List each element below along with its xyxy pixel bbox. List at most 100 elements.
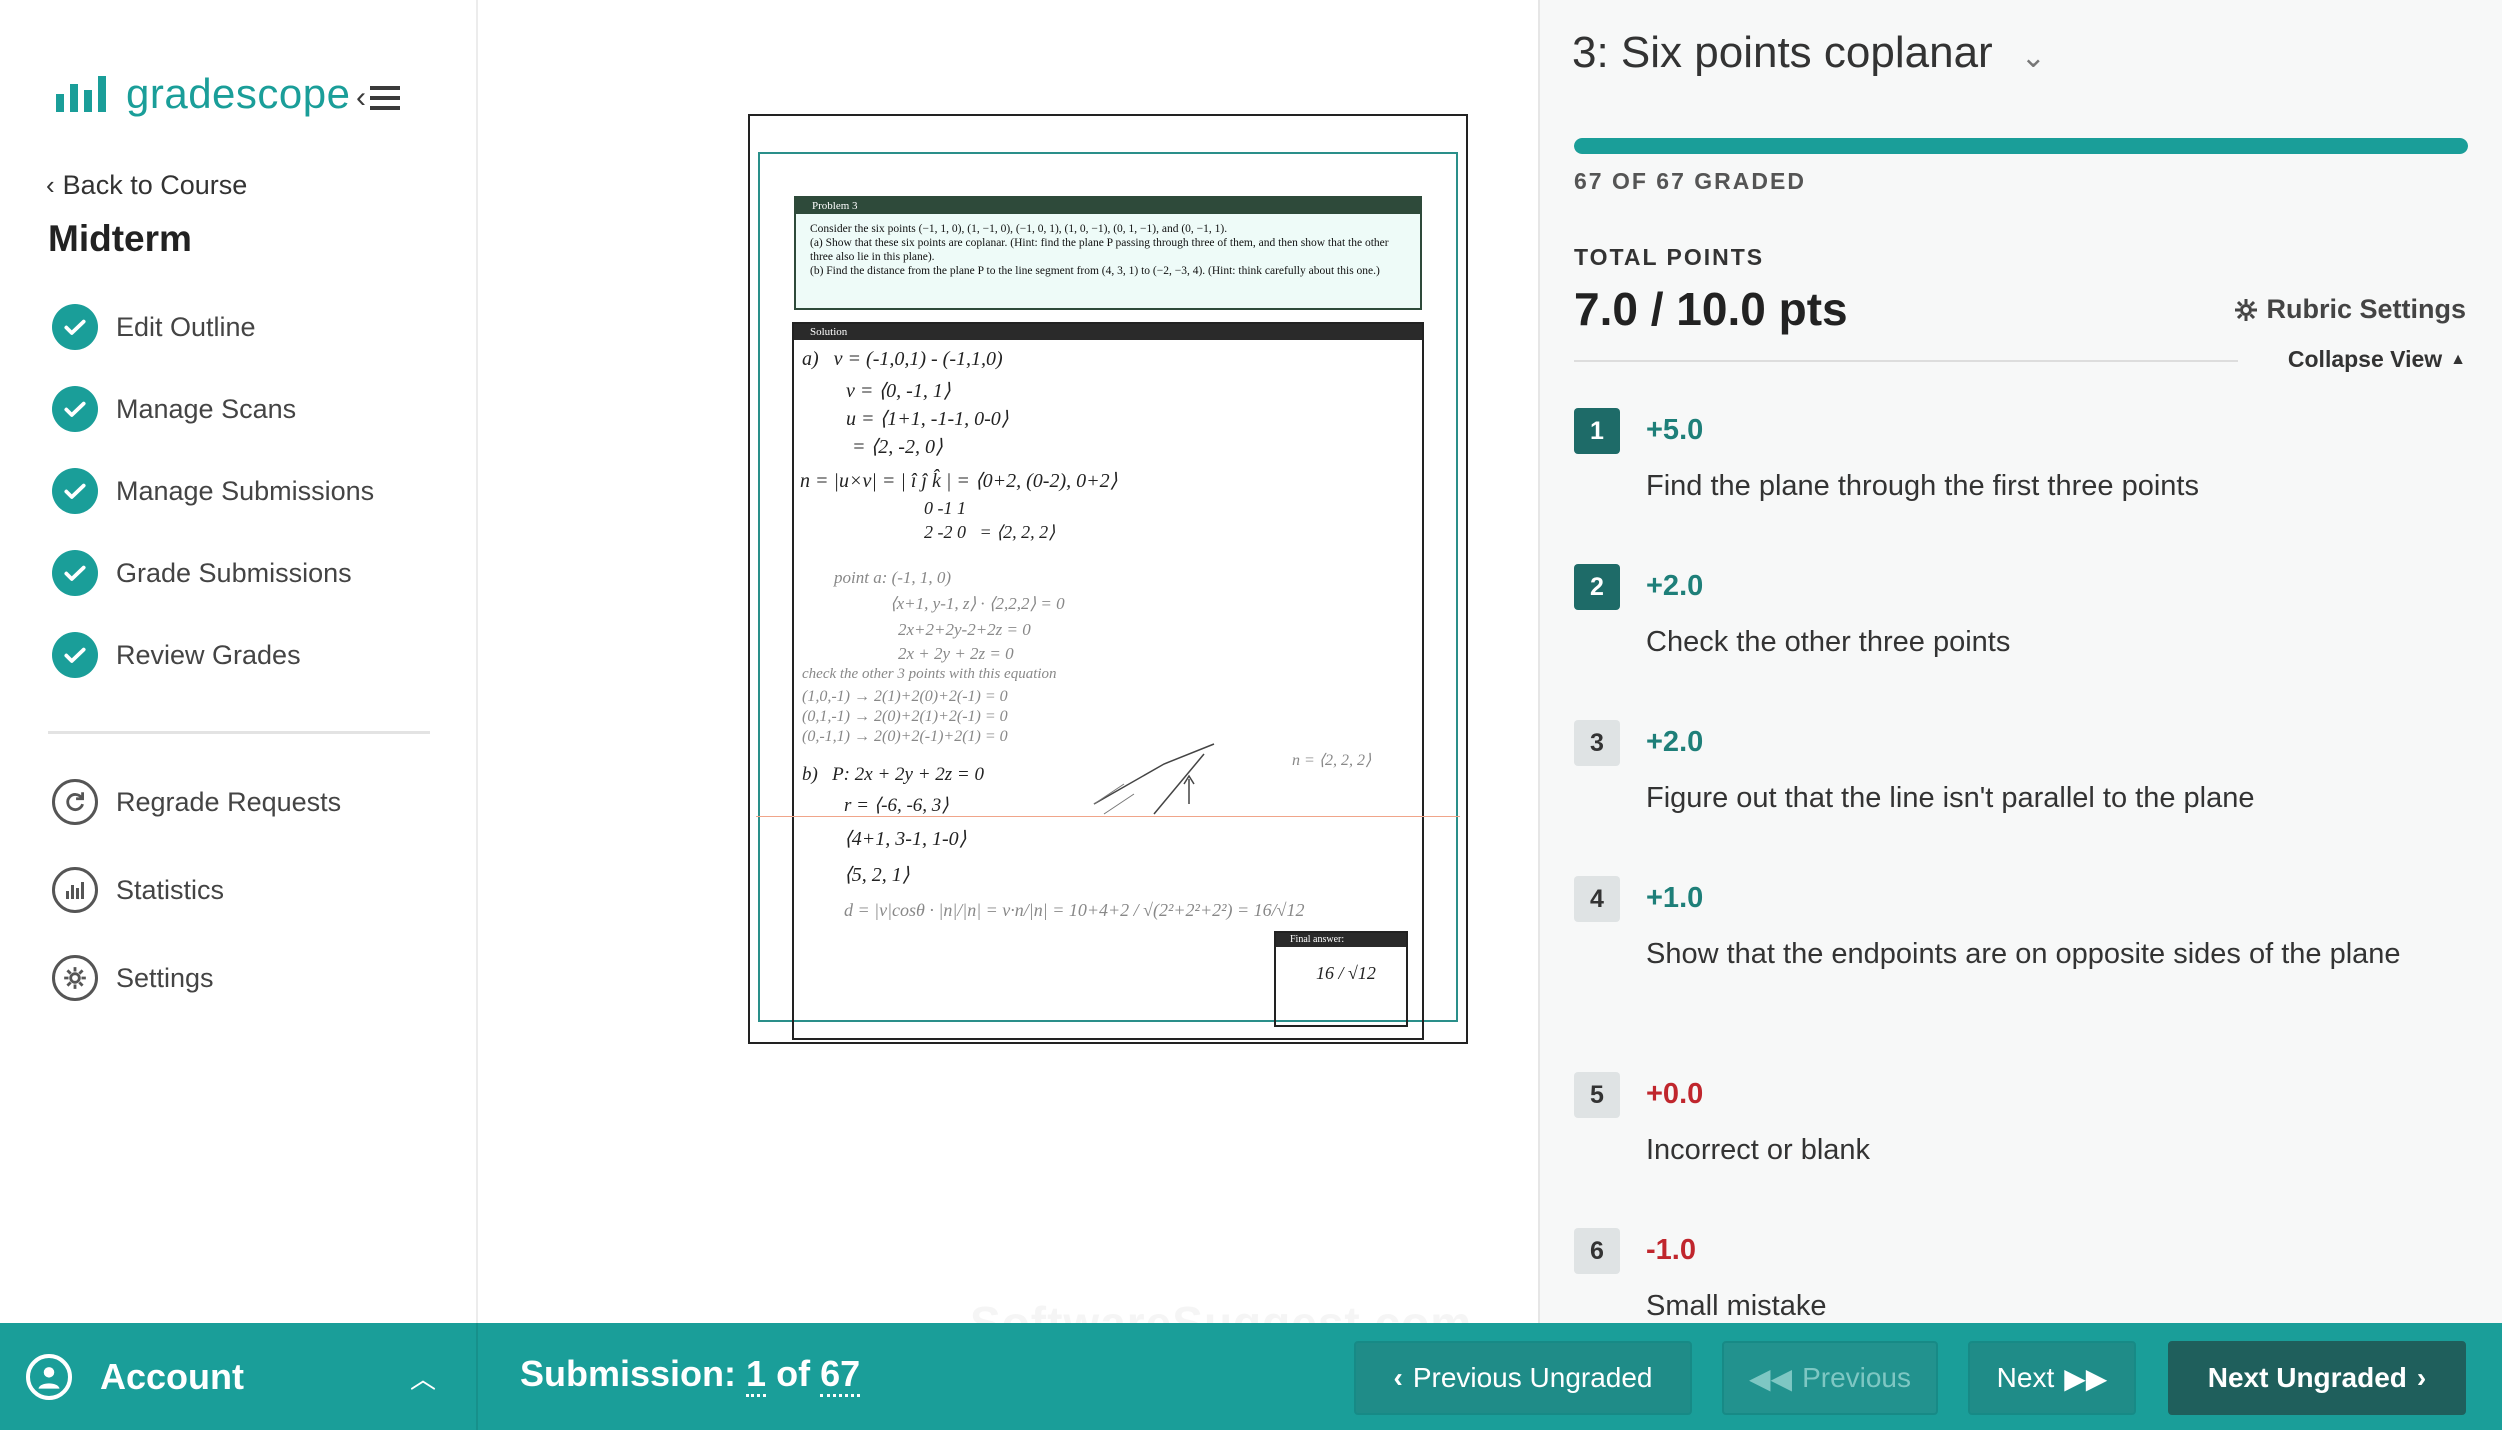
nav-item-label: Manage Submissions — [116, 475, 375, 506]
nav-item-regrade-requests[interactable]: Regrade Requests — [52, 758, 341, 846]
nav-item-settings[interactable]: Settings — [52, 934, 341, 1022]
chevron-up-icon: ︿ — [409, 1364, 436, 1394]
collapse-view-label: Collapse View — [2287, 346, 2443, 372]
nav-item-statistics[interactable]: Statistics — [52, 846, 341, 934]
next-ungraded-button[interactable]: Next Ungraded › — [2168, 1341, 2466, 1415]
next-label: Next — [1996, 1362, 2055, 1393]
rubric-item-points: +1.0 — [1646, 882, 1704, 914]
nav-item-manage-submissions[interactable]: Manage Submissions — [52, 450, 374, 532]
rubric-item-4[interactable]: 4 +1.0 Show that the endpoints are on op… — [1574, 876, 2474, 1072]
nav-item-grade-submissions[interactable]: Grade Submissions — [52, 532, 374, 614]
gradescope-logo[interactable]: gradescope — [56, 70, 351, 118]
question-selector[interactable]: 3: Six points coplanar ⌄ — [1572, 28, 2046, 78]
rubric-item-6[interactable]: 6 -1.0 Small mistake — [1574, 1228, 2474, 1323]
nav-item-manage-scans[interactable]: Manage Scans — [52, 368, 374, 450]
next-ungraded-label: Next Ungraded — [2207, 1362, 2407, 1393]
handwriting: (0,1,-1) → 2(0)+2(1)+2(-1) = 0 — [802, 708, 1008, 725]
submission-page[interactable]: Problem 3 Consider the six points (−1, 1… — [748, 114, 1468, 1044]
previous-ungraded-button[interactable]: ‹ Previous Ungraded — [1354, 1341, 1692, 1415]
nav-item-label: Edit Outline — [116, 311, 256, 342]
logo-bars-icon — [56, 76, 106, 112]
check-icon — [52, 304, 98, 350]
final-answer-box: Final answer: 16 / √12 — [1274, 931, 1408, 1027]
rubric-items: 1 +5.0 Find the plane through the first … — [1574, 408, 2474, 1323]
submission-total[interactable]: 67 — [820, 1353, 861, 1397]
handwriting: check the other 3 points with this equat… — [802, 666, 1057, 682]
collapse-sidebar-button[interactable]: ‹ — [356, 80, 412, 116]
gear-icon — [2235, 298, 2258, 321]
handwriting: a) v = (-1,0,1) - (-1,1,0) — [802, 348, 1003, 370]
rubric-item-key: 3 — [1574, 720, 1620, 766]
chevron-left-icon: ‹ — [1393, 1362, 1403, 1393]
chevron-left-icon: ‹ — [356, 81, 366, 114]
submission-indicator: Submission: 1 of 67 — [520, 1353, 861, 1397]
handwriting: ⟨x+1, y-1, z⟩ · ⟨2,2,2⟩ = 0 — [890, 594, 1065, 613]
rubric-item-1[interactable]: 1 +5.0 Find the plane through the first … — [1574, 408, 2474, 564]
handwriting: 2 -2 0 = ⟨2, 2, 2⟩ — [924, 522, 1056, 542]
solution-header: Solution — [794, 324, 1422, 340]
chevron-left-icon: ‹ — [46, 170, 55, 200]
nav-item-label: Manage Scans — [116, 393, 297, 424]
rubric-panel: 3: Six points coplanar ⌄ 67 OF 67 GRADED… — [1538, 0, 2502, 1323]
rubric-item-3[interactable]: 3 +2.0 Figure out that the line isn't pa… — [1574, 720, 2474, 876]
fast-forward-icon: ▶▶ — [2064, 1362, 2108, 1394]
submission-current[interactable]: 1 — [746, 1353, 767, 1397]
back-to-course-link[interactable]: ‹ Back to Course — [46, 170, 247, 201]
sidebar: gradescope ‹ ‹ Back to Course Midterm Ed… — [0, 0, 478, 1323]
rubric-item-2[interactable]: 2 +2.0 Check the other three points — [1574, 564, 2474, 720]
regrade-icon — [52, 779, 98, 825]
total-points-value: 7.0 / 10.0 pts — [1574, 283, 1848, 335]
rubric-item-key: 2 — [1574, 564, 1620, 610]
total-points-label: TOTAL POINTS — [1574, 244, 1765, 270]
rubric-item-description: Check the other three points — [1646, 626, 2011, 658]
nav-item-review-grades[interactable]: Review Grades — [52, 614, 374, 696]
secondary-nav: Regrade Requests Statistics Settings — [52, 758, 341, 1022]
previous-button[interactable]: ◀◀ Previous — [1722, 1341, 1938, 1415]
course-title: Midterm — [48, 218, 192, 259]
settings-icon — [52, 955, 98, 1001]
collapse-view-button[interactable]: Collapse View ▲ — [2288, 346, 2466, 373]
submission-viewer[interactable]: Problem 3 Consider the six points (−1, 1… — [480, 0, 1538, 1323]
rubric-item-points: -1.0 — [1646, 1234, 1696, 1266]
caret-up-icon: ▲ — [2450, 350, 2466, 368]
problem-line: Consider the six points (−1, 1, 0), (1, … — [810, 223, 1228, 235]
grading-progress-bar — [1574, 138, 2468, 154]
course-nav: Edit Outline Manage Scans Manage Submiss… — [52, 286, 374, 696]
handwriting: = ⟨2, -2, 0⟩ — [852, 436, 943, 458]
rubric-item-key: 4 — [1574, 876, 1620, 922]
problem-statement: Problem 3 Consider the six points (−1, 1… — [794, 196, 1422, 310]
solution-area: Solution a) v = (-1,0,1) - (-1,1,0) v = … — [792, 322, 1424, 1040]
page-guide-line — [756, 816, 1460, 817]
rubric-item-5[interactable]: 5 +0.0 Incorrect or blank — [1574, 1072, 2474, 1228]
chevron-right-icon: › — [2416, 1362, 2427, 1393]
handwriting: b) P: 2x + 2y + 2z = 0 — [802, 764, 984, 785]
submission-of: of — [776, 1353, 811, 1394]
check-icon — [52, 386, 98, 432]
final-answer-header: Final answer: — [1276, 933, 1406, 947]
nav-item-edit-outline[interactable]: Edit Outline — [52, 286, 374, 368]
footer-bar: Account ︿ Submission: 1 of 67 ‹ Previous… — [0, 1323, 2502, 1430]
rubric-item-description: Find the plane through the first three p… — [1646, 470, 2199, 502]
nav-item-label: Review Grades — [116, 639, 301, 670]
handwriting: 0 -1 1 — [924, 498, 966, 518]
rubric-divider — [1574, 360, 2238, 362]
page-frame: Problem 3 Consider the six points (−1, 1… — [758, 152, 1458, 1040]
handwriting: 2x + 2y + 2z = 0 — [898, 644, 1014, 663]
rubric-item-key: 5 — [1574, 1072, 1620, 1118]
statistics-icon — [52, 867, 98, 913]
check-icon — [52, 468, 98, 514]
next-button[interactable]: Next ▶▶ — [1968, 1341, 2136, 1415]
vector-sketch — [1093, 743, 1215, 815]
rubric-item-key: 6 — [1574, 1228, 1620, 1274]
problem-line: (a) Show that these six points are copla… — [810, 237, 1389, 263]
rubric-settings-label: Rubric Settings — [2266, 294, 2466, 324]
handwriting: (0,-1,1) → 2(0)+2(-1)+2(1) = 0 — [802, 728, 1008, 745]
rubric-item-key: 1 — [1574, 408, 1620, 454]
rubric-settings-button[interactable]: Rubric Settings — [2234, 294, 2466, 325]
rubric-item-points: +2.0 — [1646, 570, 1704, 602]
check-icon — [52, 550, 98, 596]
account-menu[interactable]: Account ︿ — [0, 1323, 478, 1430]
handwriting: d = |v|cosθ · |n|/|n| = v·n/|n| = 10+4+2… — [844, 900, 1305, 920]
submission-label: Submission: — [520, 1353, 737, 1394]
back-to-course-label: Back to Course — [62, 170, 248, 200]
